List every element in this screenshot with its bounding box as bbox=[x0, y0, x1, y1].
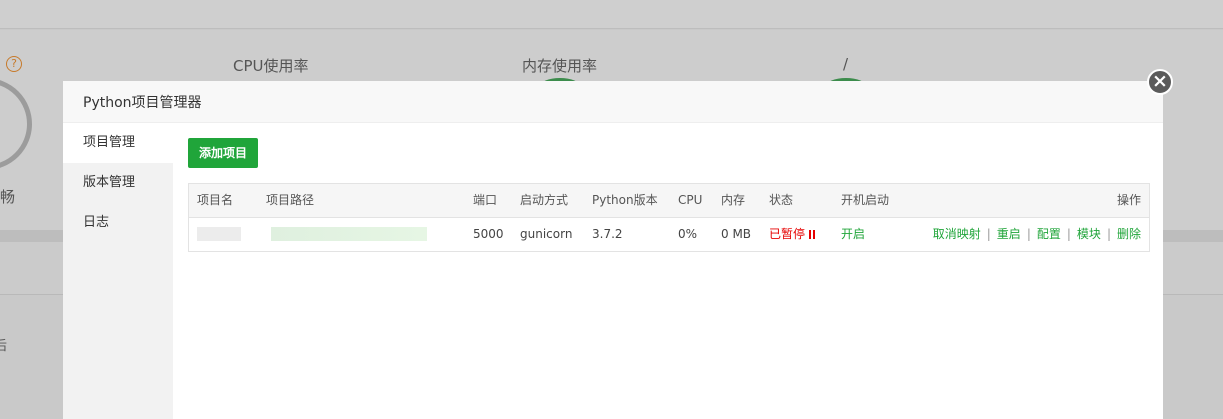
cell-port: 5000 bbox=[473, 227, 504, 241]
background-topbar bbox=[0, 0, 1223, 29]
project-table: 项目名 项目路径 端口 启动方式 Python版本 CPU 内存 状态 开机启动… bbox=[188, 183, 1150, 252]
redacted-project-path bbox=[271, 227, 427, 241]
background-left-text-2: 后 bbox=[0, 339, 8, 354]
add-project-button[interactable]: 添加项目 bbox=[188, 138, 259, 168]
cell-cpu: 0% bbox=[678, 227, 698, 241]
status-text: 已暂停 bbox=[769, 227, 806, 241]
disk-label: / bbox=[843, 55, 849, 73]
autostart-toggle[interactable]: 开启 bbox=[841, 218, 865, 251]
column-header-status: 状态 bbox=[769, 193, 794, 207]
column-header-start-mode: 启动方式 bbox=[520, 193, 569, 207]
background-left-text: 畅 bbox=[0, 188, 16, 206]
status-toggle[interactable]: 已暂停 bbox=[769, 218, 816, 251]
cpu-usage-label: CPU使用率 bbox=[233, 57, 309, 75]
table-row: 5000 gunicorn 3.7.2 0% 0 MB 已暂停 开启 取消映射 |… bbox=[189, 218, 1149, 251]
action-separator: | bbox=[1026, 227, 1031, 241]
column-header-autostart: 开机启动 bbox=[841, 193, 890, 207]
action-separator: | bbox=[1066, 227, 1071, 241]
pause-icon bbox=[809, 230, 816, 239]
column-header-memory: 内存 bbox=[721, 193, 746, 207]
row-actions: 取消映射 | 重启 | 配置 | 模块 | 删除 bbox=[933, 218, 1141, 251]
sidebar-item-version-management[interactable]: 版本管理 bbox=[63, 163, 173, 203]
column-header-actions: 操作 bbox=[1116, 193, 1141, 207]
dialog-title: Python项目管理器 bbox=[83, 95, 202, 111]
column-header-cpu: CPU bbox=[678, 193, 703, 207]
close-icon[interactable]: × bbox=[1147, 69, 1173, 95]
cell-python-version: 3.7.2 bbox=[592, 227, 623, 241]
help-icon: ? bbox=[6, 56, 22, 72]
sidebar-item-project-management[interactable]: 项目管理 bbox=[63, 123, 173, 163]
restart-link[interactable]: 重启 bbox=[997, 227, 1021, 241]
action-separator: | bbox=[1106, 227, 1111, 241]
action-separator: | bbox=[986, 227, 991, 241]
delete-link[interactable]: 删除 bbox=[1117, 227, 1141, 241]
dialog-content: 添加项目 项目名 项目路径 端口 启动方式 Python版本 CPU 内存 状态… bbox=[188, 138, 1150, 252]
column-header-path: 项目路径 bbox=[266, 193, 315, 207]
column-header-name: 项目名 bbox=[197, 193, 234, 207]
cell-start-mode: gunicorn bbox=[520, 227, 573, 241]
sidebar-item-logs[interactable]: 日志 bbox=[63, 203, 173, 243]
unmap-link[interactable]: 取消映射 bbox=[933, 227, 981, 241]
dialog-header: Python项目管理器 bbox=[63, 81, 1163, 123]
dialog-sidebar: 项目管理 版本管理 日志 bbox=[63, 123, 173, 419]
table-header-row: 项目名 项目路径 端口 启动方式 Python版本 CPU 内存 状态 开机启动… bbox=[189, 184, 1149, 218]
redacted-project-name bbox=[197, 227, 241, 241]
column-header-port: 端口 bbox=[473, 193, 498, 207]
config-link[interactable]: 配置 bbox=[1037, 227, 1061, 241]
memory-usage-label: 内存使用率 bbox=[522, 57, 598, 75]
cell-memory: 0 MB bbox=[721, 227, 752, 241]
column-header-python-version: Python版本 bbox=[592, 193, 658, 207]
python-project-manager-dialog: Python项目管理器 项目管理 版本管理 日志 添加项目 项目名 项目路径 端… bbox=[63, 81, 1163, 419]
modules-link[interactable]: 模块 bbox=[1077, 227, 1101, 241]
